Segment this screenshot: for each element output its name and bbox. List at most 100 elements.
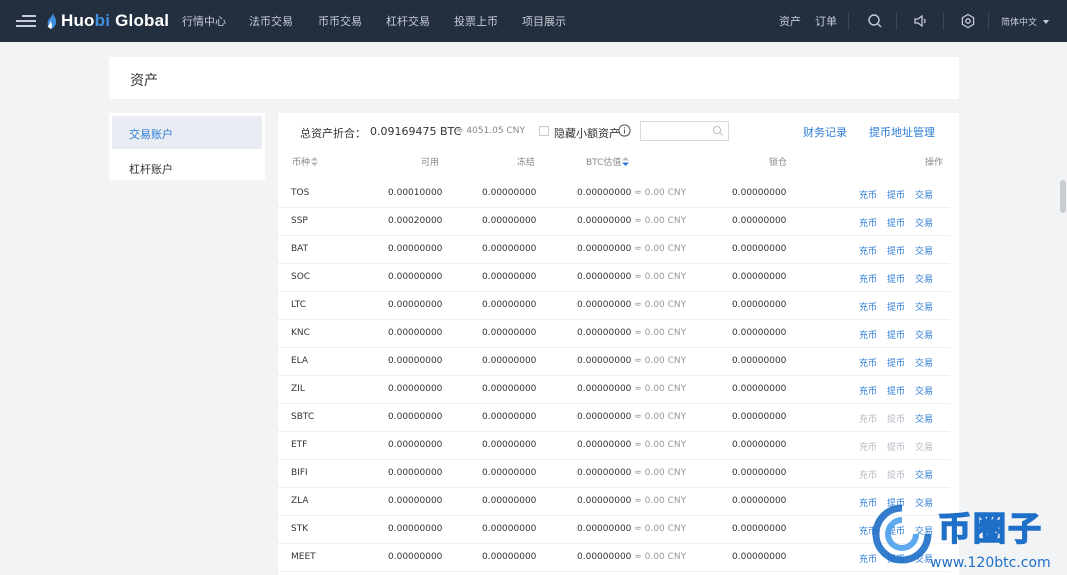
page-title: 资产: [130, 73, 158, 89]
financial-records-link[interactable]: 财务记录: [803, 124, 847, 140]
locked-balance: 0.00000000: [732, 552, 787, 562]
sidebar-item-exchange-account[interactable]: 交易账户: [112, 116, 262, 149]
withdraw-link[interactable]: 提币: [887, 244, 905, 257]
trade-link[interactable]: 交易: [915, 356, 933, 369]
cny-value: ≈ 0.00 CNY: [634, 496, 687, 506]
withdraw-link[interactable]: 提币: [887, 188, 905, 201]
nav-divider: [943, 12, 944, 30]
nav-vote-listing[interactable]: 投票上币: [454, 13, 498, 29]
nav-assets[interactable]: 资产: [779, 13, 801, 29]
cny-value: ≈ 0.00 CNY: [634, 300, 687, 310]
menu-icon[interactable]: [16, 15, 36, 27]
btc-value-amount: 0.00000000: [577, 216, 632, 226]
scrollbar-thumb[interactable]: [1060, 180, 1066, 213]
btc-value: 0.00000000 ≈ 0.00 CNY: [577, 272, 686, 282]
deposit-link[interactable]: 充币: [859, 384, 877, 397]
withdraw-link[interactable]: 提币: [887, 216, 905, 229]
trade-link[interactable]: 交易: [915, 188, 933, 201]
btc-value-amount: 0.00000000: [577, 440, 632, 450]
watermark: 币圈子 www.120btc.com: [870, 500, 1067, 575]
total-assets-cny: ≈ 4051.05 CNY: [456, 126, 525, 136]
trade-link[interactable]: 交易: [915, 244, 933, 257]
watermark-text: 币圈子: [937, 508, 1043, 549]
available-balance: 0.00000000: [388, 300, 443, 310]
cny-value: ≈ 0.00 CNY: [634, 328, 687, 338]
table-row: TOS 0.00010000 0.00000000 0.00000000 ≈ 0.00…: [278, 180, 950, 208]
withdraw-link[interactable]: 提币: [887, 356, 905, 369]
btc-value: 0.00000000 ≈ 0.00 CNY: [577, 468, 686, 478]
speaker-icon[interactable]: [913, 13, 929, 29]
nav-margin-trade[interactable]: 杠杆交易: [386, 13, 430, 29]
locked-balance: 0.00000000: [732, 412, 787, 422]
nav-divider: [848, 12, 849, 30]
watermark-logo-icon: [872, 504, 932, 564]
btc-value: 0.00000000 ≈ 0.00 CNY: [577, 552, 686, 562]
btc-value-amount: 0.00000000: [577, 244, 632, 254]
asset-table-body: TOS 0.00010000 0.00000000 0.00000000 ≈ 0.00…: [278, 180, 950, 572]
huobi-flame-icon: [47, 13, 57, 29]
nav-otc-trade[interactable]: 法币交易: [249, 13, 293, 29]
deposit-link[interactable]: 充币: [859, 216, 877, 229]
trade-link[interactable]: 交易: [915, 384, 933, 397]
coin-name: ETF: [291, 440, 308, 450]
trade-link[interactable]: 交易: [915, 412, 933, 425]
btc-value: 0.00000000 ≈ 0.00 CNY: [577, 216, 686, 226]
deposit-link[interactable]: 充币: [859, 300, 877, 313]
table-row: BIFI 0.00000000 0.00000000 0.00000000 ≈ 0.0…: [278, 460, 950, 488]
btc-value: 0.00000000 ≈ 0.00 CNY: [577, 496, 686, 506]
withdraw-link[interactable]: 提币: [887, 384, 905, 397]
info-icon[interactable]: [618, 124, 631, 137]
btc-value: 0.00000000 ≈ 0.00 CNY: [577, 524, 686, 534]
table-row: ELA 0.00000000 0.00000000 0.00000000 ≈ 0.00…: [278, 348, 950, 376]
header-btc-value[interactable]: BTC估值: [586, 155, 630, 168]
hide-small-assets-label[interactable]: 隐藏小额资产: [554, 125, 620, 141]
trade-link[interactable]: 交易: [915, 300, 933, 313]
trade-link[interactable]: 交易: [915, 272, 933, 285]
withdraw-link: 提币: [887, 471, 906, 481]
deposit-link[interactable]: 充币: [859, 356, 877, 369]
withdraw-link: 提币: [887, 443, 906, 453]
available-balance: 0.00000000: [388, 496, 443, 506]
deposit-link: 充币: [859, 415, 878, 425]
coin-name: KNC: [291, 328, 310, 338]
trade-link[interactable]: 交易: [915, 216, 933, 229]
available-balance: 0.00000000: [388, 552, 443, 562]
deposit-link[interactable]: 充币: [859, 328, 877, 341]
sidebar-item-margin-account[interactable]: 杠杆账户: [112, 151, 262, 184]
deposit-link[interactable]: 充币: [859, 244, 877, 257]
deposit-link: 充币: [859, 443, 878, 453]
nav-projects[interactable]: 项目展示: [522, 13, 566, 29]
nav-orders[interactable]: 订单: [815, 13, 837, 29]
btc-value: 0.00000000 ≈ 0.00 CNY: [577, 412, 686, 422]
available-balance: 0.00000000: [388, 356, 443, 366]
cny-value: ≈ 0.00 CNY: [634, 244, 687, 254]
deposit-link[interactable]: 充币: [859, 188, 877, 201]
table-row: MEET 0.00000000 0.00000000 0.00000000 ≈ 0.0…: [278, 544, 950, 572]
trade-link[interactable]: 交易: [915, 328, 933, 341]
nav-coin-trade[interactable]: 币币交易: [318, 13, 362, 29]
header-coin[interactable]: 币种: [292, 155, 319, 168]
header-frozen: 冻结: [517, 158, 536, 168]
hide-small-assets-checkbox[interactable]: [539, 126, 549, 136]
nav-market-center[interactable]: 行情中心: [182, 13, 226, 29]
trade-link[interactable]: 交易: [915, 468, 933, 481]
account-sidebar: 交易账户 杠杆账户: [109, 113, 265, 180]
huobi-logo[interactable]: Huobi Global: [47, 11, 169, 31]
withdraw-address-link[interactable]: 提币地址管理: [869, 124, 935, 140]
available-balance: 0.00020000: [388, 216, 443, 226]
withdraw-link[interactable]: 提币: [887, 300, 905, 313]
withdraw-link[interactable]: 提币: [887, 328, 905, 341]
settings-gear-icon[interactable]: [960, 13, 976, 29]
btc-value-amount: 0.00000000: [577, 496, 632, 506]
cny-value: ≈ 0.00 CNY: [634, 272, 687, 282]
deposit-link[interactable]: 充币: [859, 272, 877, 285]
language-selector[interactable]: 简体中文: [1001, 15, 1049, 28]
withdraw-link[interactable]: 提币: [887, 272, 905, 285]
btc-value: 0.00000000 ≈ 0.00 CNY: [577, 244, 686, 254]
cny-value: ≈ 0.00 CNY: [634, 468, 687, 478]
cny-value: ≈ 0.00 CNY: [634, 412, 687, 422]
table-row: BAT 0.00000000 0.00000000 0.00000000 ≈ 0.00…: [278, 236, 950, 264]
coin-name: ZLA: [291, 496, 309, 506]
user-icon[interactable]: [867, 13, 883, 29]
coin-search-input[interactable]: [640, 121, 729, 141]
